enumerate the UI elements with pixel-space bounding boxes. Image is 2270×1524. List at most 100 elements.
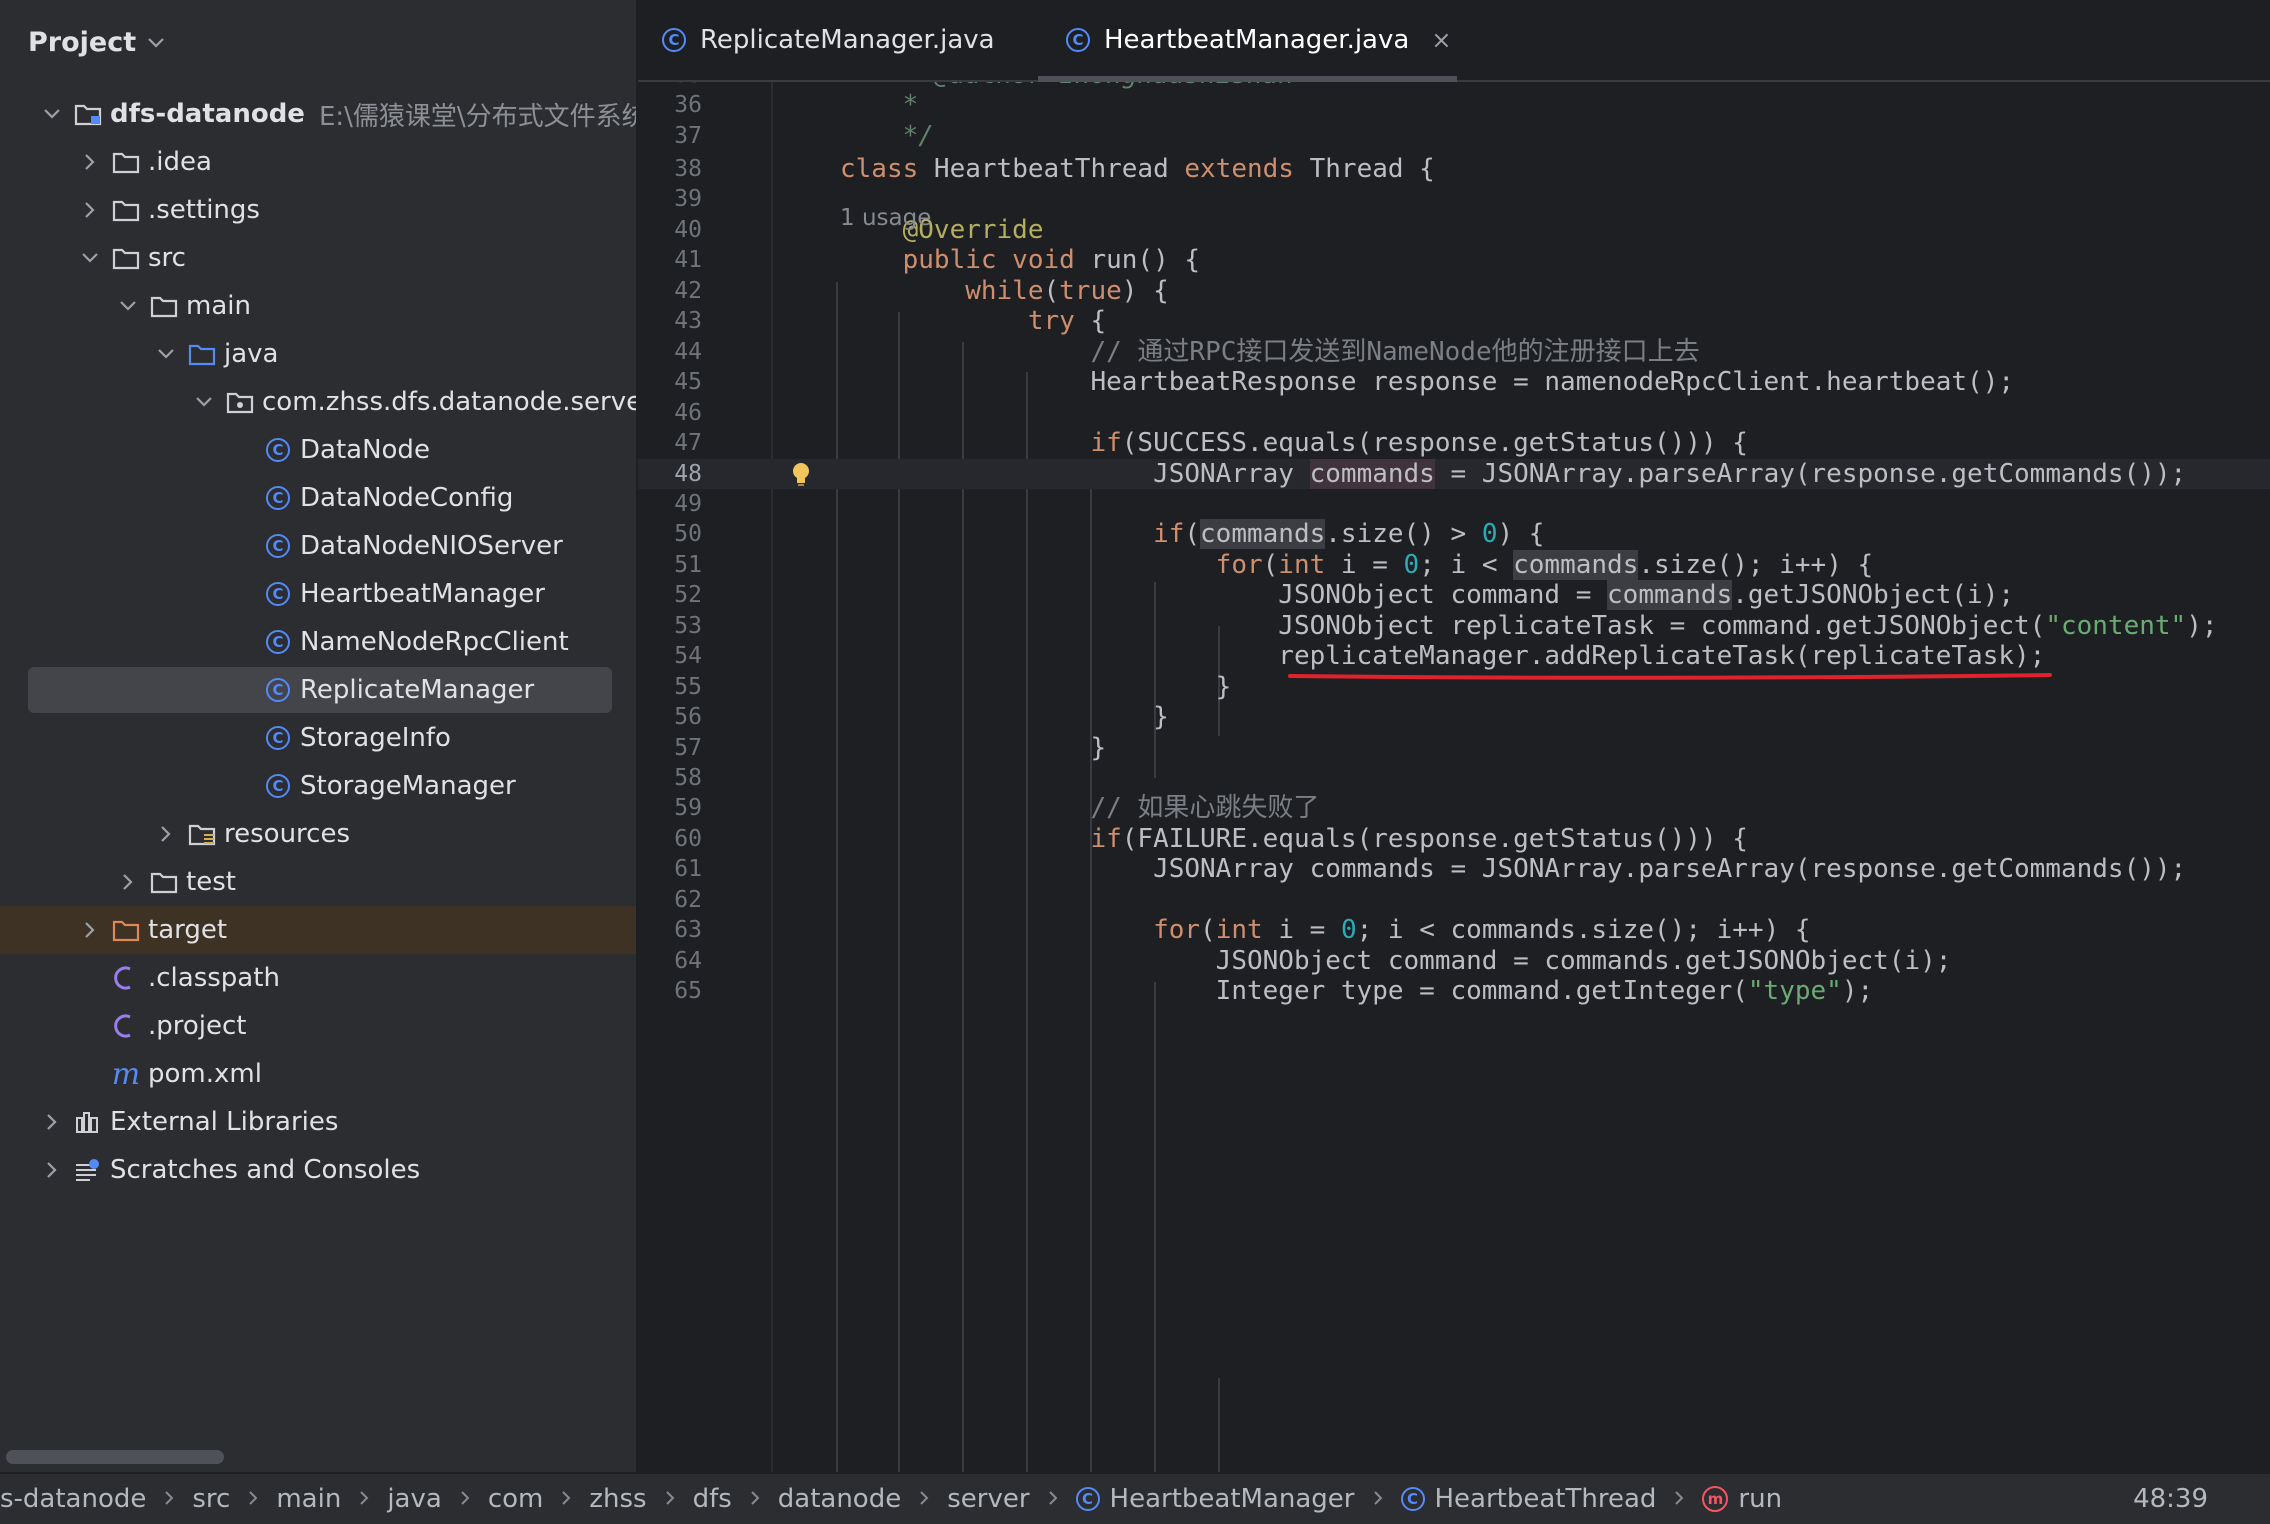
tree-item-pom-xml[interactable]: m pom.xml xyxy=(0,1050,636,1098)
line-number[interactable]: 40 xyxy=(638,215,702,245)
line-number[interactable]: 51 xyxy=(638,550,702,580)
tree-item-main[interactable]: main xyxy=(0,282,636,330)
code-line[interactable]: 61 JSONArray commands = JSONArray.parseA… xyxy=(638,854,2270,884)
breadcrumb-item[interactable]: main xyxy=(276,1484,341,1514)
horizontal-scrollbar[interactable] xyxy=(6,1450,224,1464)
tree-item-datanodenioserver[interactable]: C DataNodeNIOServer xyxy=(0,522,636,570)
line-number[interactable]: 64 xyxy=(638,946,702,976)
code-line[interactable]: 44 // 通过RPC接口发送到NameNode他的注册接口上去 xyxy=(638,337,2270,367)
breadcrumb-item[interactable]: C HeartbeatThread xyxy=(1400,1484,1656,1514)
chevron-right-icon[interactable] xyxy=(40,1161,64,1179)
line-number[interactable]: 63 xyxy=(638,915,702,945)
chevron-right-icon[interactable] xyxy=(78,921,102,939)
line-number[interactable]: 45 xyxy=(638,367,702,397)
code-editor[interactable]: 35 * @author zhonghuashishan36 *37 */38c… xyxy=(638,82,2270,1472)
line-number[interactable]: 58 xyxy=(638,763,702,793)
tree-item-datanodeconfig[interactable]: C DataNodeConfig xyxy=(0,474,636,522)
line-number[interactable]: 44 xyxy=(638,337,702,367)
code-line[interactable]: 38 class HeartbeatThread extends Thread { xyxy=(638,154,2270,184)
code-line[interactable]: 35 * @author zhonghuashishan xyxy=(638,82,2270,90)
line-number[interactable]: 37 xyxy=(638,121,702,151)
chevron-right-icon[interactable] xyxy=(40,1113,64,1131)
line-number[interactable]: 49 xyxy=(638,489,702,519)
code-line[interactable]: 52 JSONObject command = commands.getJSON… xyxy=(638,580,2270,611)
line-number[interactable]: 60 xyxy=(638,824,702,854)
breadcrumb-item[interactable]: server xyxy=(947,1484,1029,1514)
code-line[interactable]: 42 while(true) { xyxy=(638,276,2270,306)
code-line[interactable]: 65 Integer type = command.getInteger("ty… xyxy=(638,976,2270,1006)
line-number[interactable]: 36 xyxy=(638,90,702,120)
tab-heartbeatmanager-java[interactable]: C HeartbeatManager.java × xyxy=(1038,0,1458,82)
code-line[interactable]: 41 public void run() { xyxy=(638,245,2270,275)
chevron-right-icon[interactable] xyxy=(154,825,178,843)
line-number[interactable]: 39 xyxy=(638,184,702,214)
line-number[interactable]: 48 xyxy=(638,459,702,489)
tree-item-target[interactable]: target xyxy=(0,906,636,954)
code-line[interactable]: 45 HeartbeatResponse response = namenode… xyxy=(638,367,2270,397)
tree-item-settings[interactable]: .settings xyxy=(0,186,636,234)
chevron-down-icon[interactable] xyxy=(116,300,140,312)
code-line[interactable]: 43 try { xyxy=(638,306,2270,336)
chevron-right-icon[interactable] xyxy=(78,201,102,219)
code-line[interactable]: 47 if(SUCCESS.equals(response.getStatus(… xyxy=(638,428,2270,458)
code-line[interactable]: 62 xyxy=(638,885,2270,915)
breadcrumb-item[interactable]: com xyxy=(488,1484,544,1514)
line-number[interactable]: 43 xyxy=(638,306,702,336)
code-line[interactable]: 58 xyxy=(638,763,2270,793)
tree-item-project[interactable]: .project xyxy=(0,1002,636,1050)
breadcrumb-item[interactable]: s-datanode xyxy=(0,1484,146,1514)
tree-item-external-libraries[interactable]: External Libraries xyxy=(0,1098,636,1146)
tree-item-storageinfo[interactable]: C StorageInfo xyxy=(0,714,636,762)
code-line[interactable]: 46 xyxy=(638,398,2270,428)
tree-item-dfs-datanode[interactable]: dfs-datanode E:\儒猿课堂\分布式文件系统\ xyxy=(0,90,636,138)
code-line[interactable]: 59 // 如果心跳失败了 xyxy=(638,793,2270,823)
tree-item-resources[interactable]: resources xyxy=(0,810,636,858)
line-number[interactable]: 41 xyxy=(638,245,702,275)
line-number[interactable]: 47 xyxy=(638,428,702,458)
tree-item-storagemanager[interactable]: C StorageManager xyxy=(0,762,636,810)
line-number[interactable]: 56 xyxy=(638,702,702,732)
chevron-down-icon[interactable] xyxy=(154,348,178,360)
line-number[interactable]: 62 xyxy=(638,885,702,915)
tree-item-java[interactable]: java xyxy=(0,330,636,378)
line-number[interactable]: 61 xyxy=(638,854,702,884)
line-number[interactable]: 42 xyxy=(638,276,702,306)
tree-item-heartbeatmanager[interactable]: C HeartbeatManager xyxy=(0,570,636,618)
caret-position[interactable]: 48:39 xyxy=(2133,1474,2208,1524)
breadcrumb-item[interactable]: src xyxy=(192,1484,230,1514)
chevron-down-icon[interactable] xyxy=(78,252,102,264)
line-number[interactable]: 38 xyxy=(638,154,702,184)
breadcrumb-item[interactable]: zhss xyxy=(589,1484,646,1514)
breadcrumb-item[interactable]: datanode xyxy=(778,1484,901,1514)
chevron-right-icon[interactable] xyxy=(116,873,140,891)
line-number[interactable]: 65 xyxy=(638,976,702,1006)
code-line[interactable]: 49 xyxy=(638,489,2270,519)
line-number[interactable]: 57 xyxy=(638,733,702,763)
tree-item-scratches-and-consoles[interactable]: Scratches and Consoles xyxy=(0,1146,636,1194)
tab-replicatemanager-java[interactable]: C ReplicateManager.java xyxy=(662,0,995,80)
line-number[interactable]: 35 xyxy=(638,82,702,90)
code-line[interactable]: 64 JSONObject command = commands.getJSON… xyxy=(638,946,2270,976)
code-line[interactable]: 56 } xyxy=(638,702,2270,732)
breadcrumb-item[interactable]: java xyxy=(387,1484,441,1514)
code-line[interactable]: 50 if(commands.size() > 0) { xyxy=(638,519,2270,550)
tree-item-idea[interactable]: .idea xyxy=(0,138,636,186)
code-line[interactable]: 51 for(int i = 0; i < commands.size(); i… xyxy=(638,549,2270,580)
line-number[interactable]: 52 xyxy=(638,580,702,610)
line-number[interactable]: 54 xyxy=(638,641,702,671)
breadcrumb-item[interactable]: C HeartbeatManager xyxy=(1075,1484,1355,1514)
tree-item-classpath[interactable]: .classpath xyxy=(0,954,636,1002)
chevron-right-icon[interactable] xyxy=(78,153,102,171)
line-number[interactable]: 55 xyxy=(638,672,702,702)
tree-item-namenoderpcclient[interactable]: C NameNodeRpcClient xyxy=(0,618,636,666)
code-line[interactable]: 63 for(int i = 0; i < commands.size(); i… xyxy=(638,915,2270,945)
code-line[interactable]: 54 replicateManager.addReplicateTask(rep… xyxy=(638,641,2270,671)
line-number[interactable]: 46 xyxy=(638,398,702,428)
chevron-down-icon[interactable] xyxy=(40,108,64,120)
code-line[interactable]: 36 * xyxy=(638,90,2270,120)
code-line[interactable]: 48 JSONArray commands = JSONArray.parseA… xyxy=(638,458,2270,489)
code-line[interactable]: 60 if(FAILURE.equals(response.getStatus(… xyxy=(638,824,2270,854)
usage-inlay-hint[interactable]: 1 usage xyxy=(840,196,931,240)
line-number[interactable]: 53 xyxy=(638,611,702,641)
tree-item-src[interactable]: src xyxy=(0,234,636,282)
